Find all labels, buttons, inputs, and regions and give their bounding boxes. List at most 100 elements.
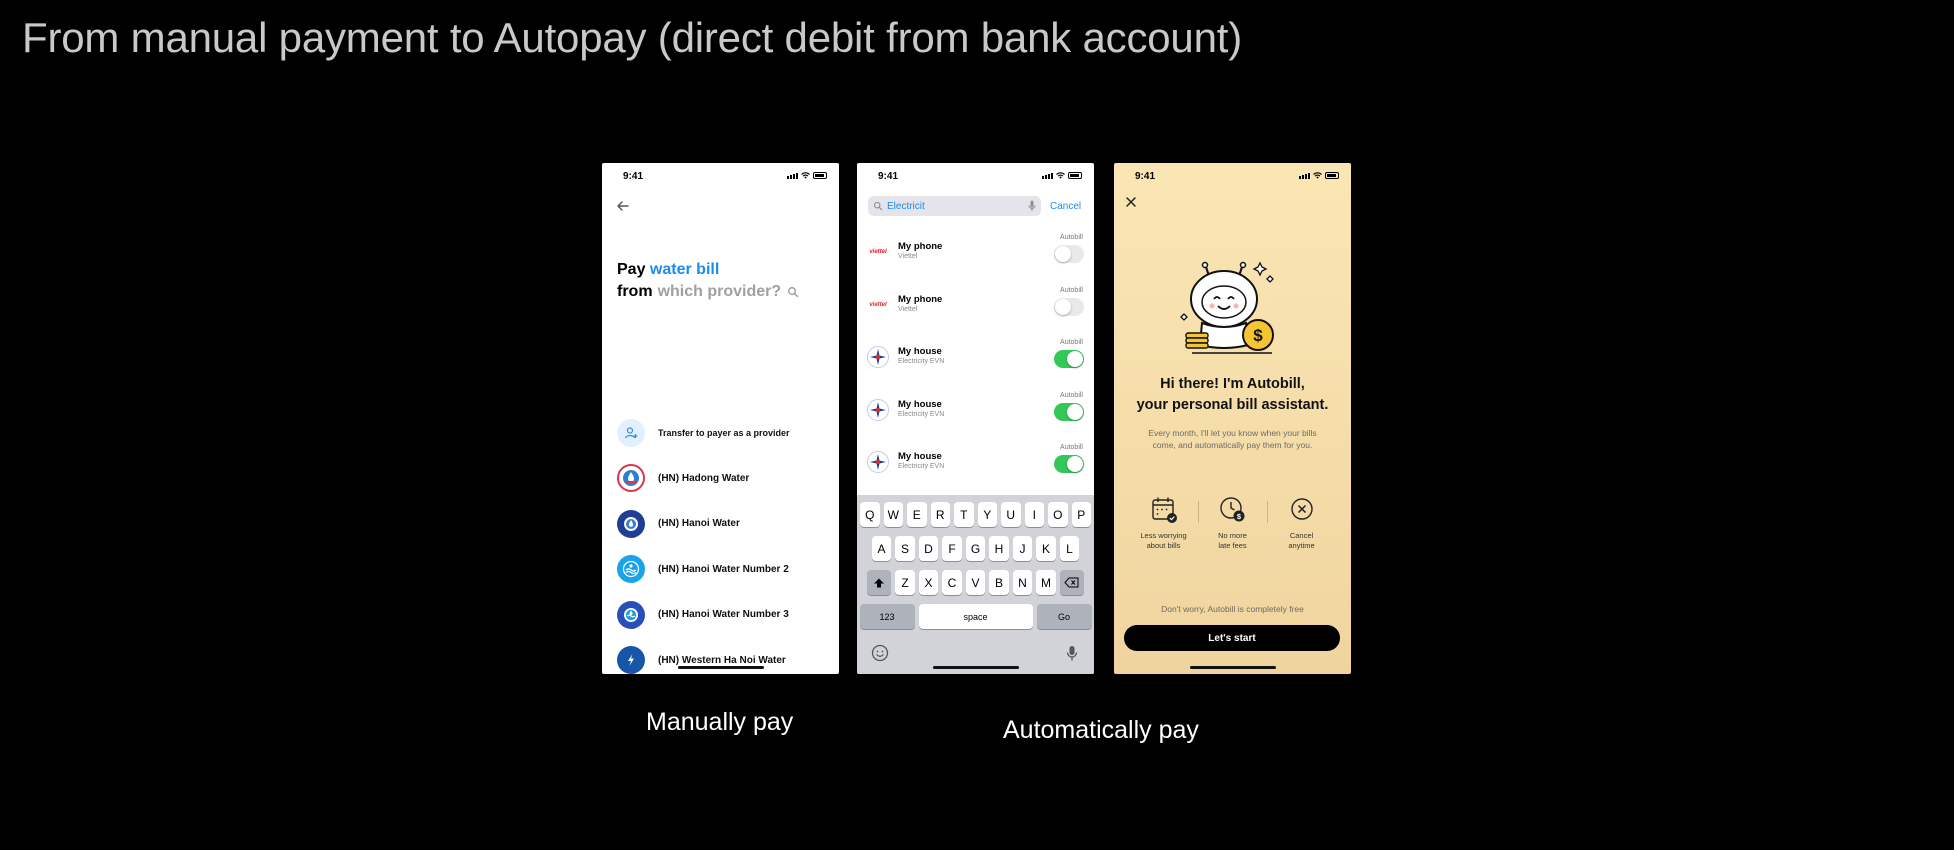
autobill-label: Autobill bbox=[1060, 234, 1083, 241]
bill-title: My house bbox=[898, 346, 942, 357]
battery-icon bbox=[1068, 172, 1082, 179]
list-item[interactable]: (HN) Hadong Water bbox=[617, 456, 827, 502]
autobill-search-screen: 9:41 Cancel viettel My phone Viettel Aut… bbox=[857, 163, 1094, 674]
hadong-water-logo bbox=[617, 464, 645, 493]
key[interactable]: V bbox=[965, 570, 986, 595]
feature-label: No more late fees bbox=[1218, 531, 1247, 551]
list-item[interactable]: (HN) Hanoi Water Number 2 bbox=[617, 547, 827, 593]
free-note: Don't worry, Autobill is completely free bbox=[1161, 604, 1304, 614]
key[interactable]: A bbox=[871, 536, 892, 561]
key[interactable]: M bbox=[1036, 570, 1056, 595]
bill-provider: Viettel bbox=[898, 305, 918, 313]
space-key[interactable]: space bbox=[918, 604, 1033, 629]
provider-list: Transfer to payer as a provider (HN) Had… bbox=[617, 410, 827, 674]
caption-auto: Automatically pay bbox=[1003, 716, 1199, 744]
autobill-toggle[interactable] bbox=[1054, 455, 1084, 473]
key[interactable]: Y bbox=[977, 502, 997, 527]
onboarding-title: Hi there! I'm Autobill, your personal bi… bbox=[1114, 374, 1351, 416]
lets-start-button[interactable]: Let's start bbox=[1124, 625, 1340, 651]
provider-search-row[interactable]: from which provider? bbox=[617, 283, 799, 301]
status-icons bbox=[1299, 172, 1339, 179]
signal-icon bbox=[1299, 173, 1310, 179]
provider-search-input[interactable]: which provider? bbox=[658, 283, 782, 301]
evn-logo bbox=[867, 398, 889, 421]
cancel-button[interactable]: Cancel bbox=[1050, 201, 1081, 212]
numbers-key[interactable]: 123 bbox=[859, 604, 915, 629]
list-item[interactable]: My house Electricity EVN Autobill bbox=[857, 336, 1094, 389]
key[interactable]: E bbox=[907, 502, 927, 527]
autobill-toggle[interactable] bbox=[1054, 402, 1084, 421]
key[interactable]: L bbox=[1059, 536, 1080, 561]
bill-title: My house bbox=[898, 398, 942, 410]
toggle-knob bbox=[1067, 456, 1083, 472]
feature-label-line-1: No more bbox=[1218, 531, 1247, 540]
key[interactable]: P bbox=[1071, 502, 1091, 527]
go-key[interactable]: Go bbox=[1036, 604, 1092, 629]
close-icon[interactable] bbox=[1124, 195, 1138, 209]
feature-item: Less worrying about bills bbox=[1129, 495, 1198, 551]
pay-word: Pay bbox=[617, 261, 646, 278]
key[interactable]: R bbox=[930, 502, 950, 527]
provider-name: (HN) Hadong Water bbox=[658, 472, 750, 484]
search-field[interactable] bbox=[868, 196, 1041, 216]
list-item[interactable]: viettel My phone Viettel Autobill bbox=[857, 284, 1094, 337]
robot-mascot-illustration: $ bbox=[1180, 261, 1274, 354]
keyboard-row-4: 123 space Go bbox=[857, 604, 1094, 629]
bill-provider: Electricity EVN bbox=[898, 463, 945, 470]
status-icons bbox=[787, 172, 827, 179]
dictation-mic-icon[interactable] bbox=[1066, 645, 1078, 662]
key[interactable]: F bbox=[942, 536, 962, 561]
list-item[interactable]: My house Electricity EVN Autobill bbox=[857, 389, 1094, 442]
feature-item: Cancel anytime bbox=[1267, 495, 1336, 551]
key[interactable]: O bbox=[1048, 502, 1068, 527]
emoji-icon[interactable] bbox=[871, 644, 889, 662]
list-item[interactable]: (HN) Hanoi Water Number 3 bbox=[617, 592, 827, 638]
key[interactable]: Q bbox=[860, 502, 880, 527]
key[interactable]: B bbox=[989, 570, 1009, 595]
key[interactable]: W bbox=[883, 502, 903, 527]
key[interactable]: U bbox=[1001, 502, 1021, 527]
feature-label-line-2: anytime bbox=[1288, 541, 1315, 550]
toggle-knob bbox=[1067, 351, 1083, 367]
from-word: from bbox=[617, 283, 653, 300]
autobill-toggle[interactable] bbox=[1054, 245, 1084, 263]
manual-pay-screen: 9:41 Pay water bill from which provider?… bbox=[602, 163, 839, 674]
key[interactable]: C bbox=[942, 570, 962, 595]
status-time: 9:41 bbox=[623, 171, 644, 182]
list-item[interactable]: (HN) Hanoi Water bbox=[617, 501, 827, 547]
key[interactable]: S bbox=[895, 536, 915, 561]
autobill-toggle[interactable] bbox=[1054, 297, 1084, 316]
key[interactable]: K bbox=[1036, 536, 1056, 561]
key[interactable]: J bbox=[1012, 536, 1033, 561]
shift-key[interactable] bbox=[867, 570, 892, 595]
signal-icon bbox=[1042, 173, 1053, 179]
autobill-toggle[interactable] bbox=[1054, 350, 1084, 368]
backspace-key[interactable] bbox=[1059, 570, 1084, 595]
autobill-label: Autobill bbox=[1060, 391, 1083, 399]
search-input[interactable] bbox=[887, 200, 1007, 212]
key[interactable]: I bbox=[1024, 502, 1044, 527]
autobill-label: Autobill bbox=[1060, 444, 1083, 451]
key[interactable]: X bbox=[918, 570, 939, 595]
bill-title: My house bbox=[898, 451, 942, 462]
feature-label-line-2: about bills bbox=[1146, 541, 1181, 550]
status-time: 9:41 bbox=[1135, 171, 1156, 182]
key[interactable]: T bbox=[954, 502, 974, 527]
key[interactable]: Z bbox=[895, 570, 915, 595]
bill-type-selector[interactable]: water bill bbox=[650, 261, 719, 278]
key[interactable]: H bbox=[989, 536, 1009, 561]
list-item[interactable]: My house Electricity EVN Autobill bbox=[857, 441, 1094, 494]
feature-item: $ No more late fees bbox=[1198, 495, 1267, 551]
back-arrow-icon[interactable] bbox=[613, 196, 633, 216]
title-line-1: Hi there! I'm Autobill, bbox=[1160, 376, 1305, 392]
logo-text: viettel bbox=[869, 301, 887, 308]
battery-icon bbox=[813, 172, 827, 179]
wifi-icon bbox=[1313, 172, 1322, 179]
backspace-icon bbox=[1064, 577, 1079, 588]
key[interactable]: D bbox=[918, 536, 939, 561]
key[interactable]: N bbox=[1012, 570, 1033, 595]
list-item[interactable]: viettel My phone Viettel Autobill bbox=[857, 231, 1094, 284]
list-item[interactable]: Transfer to payer as a provider bbox=[617, 410, 827, 456]
key[interactable]: G bbox=[965, 536, 986, 561]
mic-icon[interactable] bbox=[1028, 200, 1036, 212]
